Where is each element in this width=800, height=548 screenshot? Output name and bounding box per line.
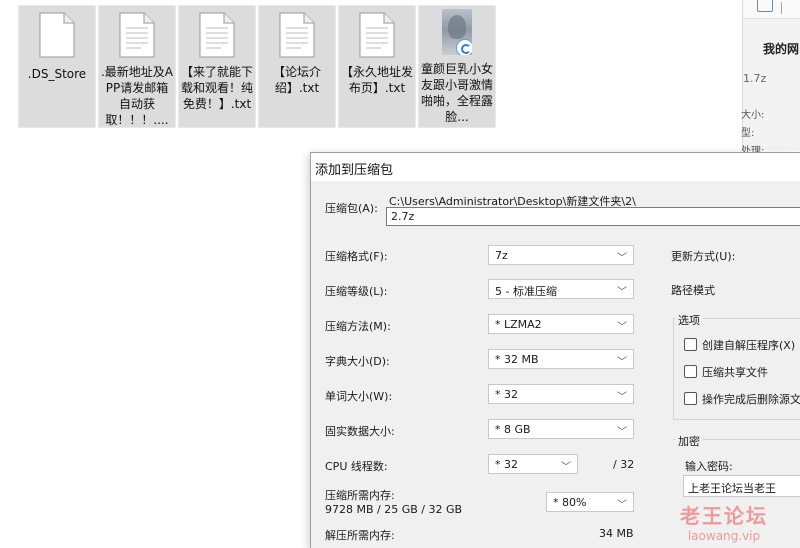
memory-compress-value: 9728 MB / 25 GB / 32 GB	[325, 503, 463, 516]
cpu-threads-label: CPU 线程数:	[325, 460, 388, 473]
cpu-threads-select-value: * 32	[495, 458, 518, 471]
delete-after-checkbox[interactable]: 操作完成后删除源文	[684, 391, 800, 407]
document-icon	[39, 12, 75, 58]
encryption-group-title: 加密	[675, 433, 703, 449]
solid-block-select[interactable]: * 8 GB ﹀	[488, 419, 634, 439]
memory-percent-select[interactable]: * 80% ﹀	[546, 492, 634, 512]
method-select-value: * LZMA2	[495, 318, 542, 331]
video-thumbnail-icon	[442, 9, 472, 55]
panel-toolbar	[743, 0, 800, 19]
toolbar-button-icon[interactable]	[757, 0, 773, 12]
chevron-down-icon: ﹀	[617, 287, 627, 298]
text-document-icon	[359, 12, 395, 58]
word-size-select[interactable]: * 32 ﹀	[488, 384, 634, 404]
desktop-file-video[interactable]: 童颜巨乳小女友跟小哥激情啪啪，全程露脸...	[418, 5, 496, 128]
archive-name-input[interactable]: 2.7z	[386, 207, 800, 226]
dialog-titlebar[interactable]: 添加到压缩包	[311, 153, 800, 181]
compress-shared-label: 压缩共享文件	[702, 366, 768, 379]
desktop-file-permanent-address[interactable]: 【永久地址发布页】.txt	[338, 5, 416, 128]
chevron-down-icon: ﹀	[617, 427, 627, 438]
watermark: 老王论坛 laowang.vip	[680, 500, 768, 543]
dialog-title: 添加到压缩包	[315, 163, 394, 178]
solid-block-label: 固实数据大小:	[325, 425, 395, 438]
panel-line: 大小:	[741, 110, 765, 121]
watermark-title: 老王论坛	[680, 504, 768, 528]
format-select-value: 7z	[495, 249, 508, 262]
desktop: .DS_Store .最新地址及APP请发邮箱自动获取！！！.... 【来了就能…	[0, 0, 800, 548]
file-name: 【来了就能下载和观看！纯免费！】.txt	[180, 65, 253, 111]
file-name: 【永久地址发布页】.txt	[340, 65, 413, 95]
method-label: 压缩方法(M):	[325, 320, 391, 333]
word-size-label: 单词大小(W):	[325, 390, 393, 403]
checkbox-icon	[684, 365, 697, 378]
panel-tab[interactable]: 我的网	[763, 40, 799, 57]
toolbar-divider	[781, 2, 782, 14]
level-select-value: 5 - 标准压缩	[495, 285, 557, 298]
file-name: .最新地址及APP请发邮箱自动获取！！！....	[100, 65, 174, 127]
method-select[interactable]: * LZMA2 ﹀	[488, 314, 634, 334]
memory-percent-value: * 80%	[553, 496, 587, 509]
chevron-down-icon: ﹀	[617, 392, 627, 403]
file-name: 【论坛介绍】.txt	[272, 65, 321, 95]
chevron-down-icon: ﹀	[617, 253, 627, 264]
chevron-down-icon: ﹀	[561, 462, 571, 473]
desktop-file-forum-intro[interactable]: 【论坛介绍】.txt	[258, 5, 336, 128]
dict-size-select-value: * 32 MB	[495, 353, 539, 366]
level-select[interactable]: 5 - 标准压缩 ﹀	[488, 279, 634, 299]
desktop-file-ds-store[interactable]: .DS_Store	[18, 5, 96, 128]
desktop-file-download-free[interactable]: 【来了就能下载和观看！纯免费！】.txt	[178, 5, 256, 128]
format-select[interactable]: 7z ﹀	[488, 245, 634, 265]
solid-block-select-value: * 8 GB	[495, 423, 531, 436]
watermark-url: laowang.vip	[687, 529, 761, 543]
memory-decompress-label: 解压所需内存:	[325, 529, 395, 542]
create-sfx-label: 创建自解压程序(X)	[702, 339, 796, 352]
chevron-down-icon: ﹀	[617, 322, 627, 333]
format-label: 压缩格式(F):	[325, 250, 388, 263]
password-input[interactable]: 上老王论坛当老王	[683, 475, 800, 497]
file-name: .DS_Store	[27, 67, 87, 81]
sync-badge-icon	[456, 39, 472, 55]
checkbox-icon	[684, 392, 697, 405]
panel-line: 型:	[741, 128, 755, 139]
dict-size-label: 字典大小(D):	[325, 355, 390, 368]
word-size-select-value: * 32	[495, 388, 518, 401]
add-to-archive-dialog: 添加到压缩包 压缩包(A): C:\Users\Administrator\De…	[310, 152, 800, 548]
dict-size-select[interactable]: * 32 MB ﹀	[488, 349, 634, 369]
checkbox-icon	[684, 338, 697, 351]
password-label: 输入密码:	[685, 460, 733, 473]
memory-compress-label: 压缩所需内存:	[325, 489, 395, 502]
desktop-file-latest-address[interactable]: .最新地址及APP请发邮箱自动获取！！！....	[98, 5, 176, 128]
create-sfx-checkbox[interactable]: 创建自解压程序(X)	[684, 337, 795, 353]
archive-label: 压缩包(A):	[325, 202, 378, 215]
compress-shared-checkbox[interactable]: 压缩共享文件	[684, 364, 768, 380]
text-document-icon	[279, 12, 315, 58]
memory-decompress-value: 34 MB	[599, 527, 634, 540]
delete-after-label: 操作完成后删除源文	[702, 393, 800, 406]
options-group-title: 选项	[675, 312, 703, 328]
chevron-down-icon: ﹀	[617, 357, 627, 368]
chevron-down-icon: ﹀	[617, 500, 627, 511]
text-document-icon	[119, 12, 155, 58]
text-document-icon	[199, 12, 235, 58]
update-mode-label: 更新方式(U):	[671, 250, 736, 263]
panel-filename: 1.7z	[743, 72, 767, 85]
background-details-panel: 我的网 1.7z 大小: 型: 处理:	[741, 0, 800, 157]
path-mode-label: 路径模式	[671, 284, 715, 297]
cpu-threads-select[interactable]: * 32 ﹀	[488, 454, 578, 474]
level-label: 压缩等级(L):	[325, 285, 388, 298]
file-name: 童颜巨乳小女友跟小哥激情啪啪，全程露脸...	[420, 62, 493, 124]
cpu-threads-total: / 32	[613, 458, 635, 471]
